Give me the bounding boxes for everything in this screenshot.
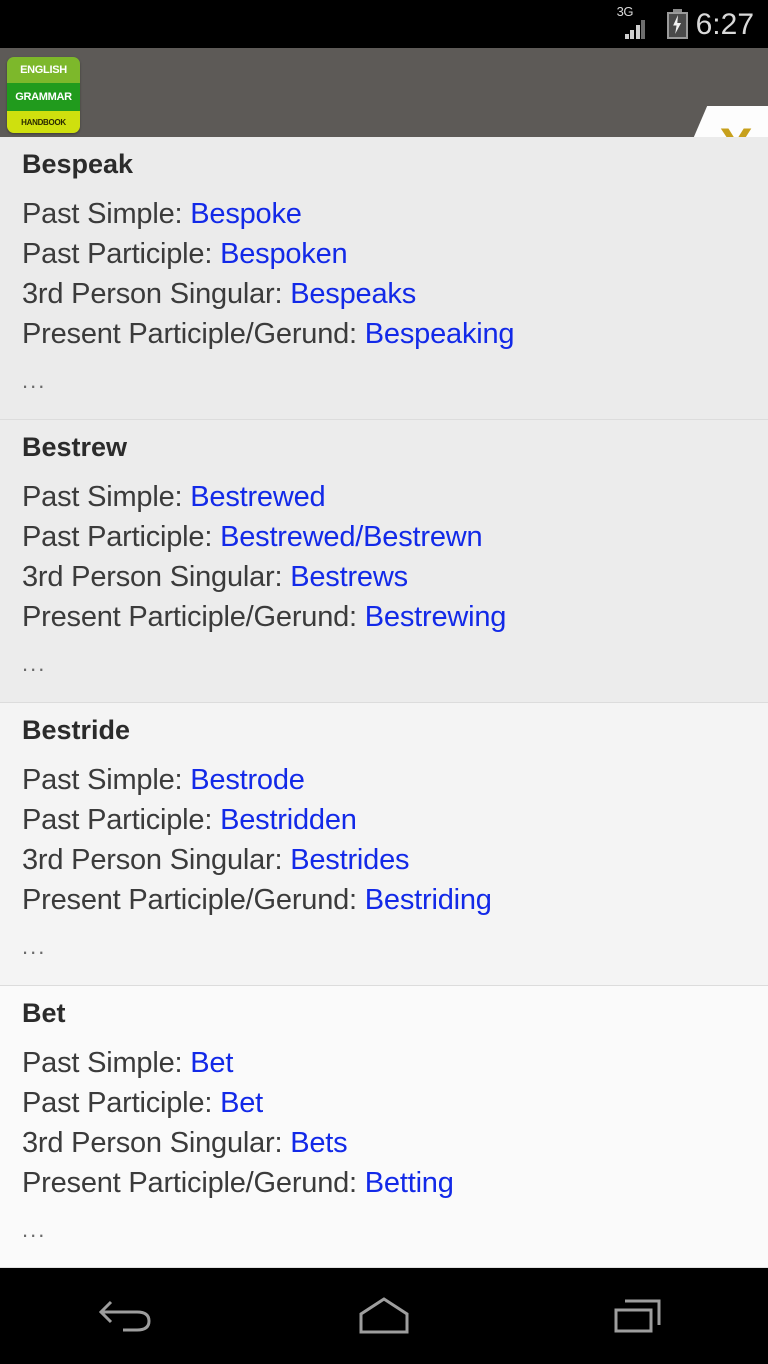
entry-row: Past Simple: Bestrode: [22, 760, 746, 800]
row-value: Bestrides: [290, 844, 410, 876]
status-bar-clock: 6:27: [695, 8, 754, 41]
logo-band-grammar: GRAMMAR: [7, 83, 80, 111]
entry-more-indicator: ...: [22, 368, 47, 393]
row-value: Bet: [220, 1087, 264, 1119]
row-value: Betting: [364, 1167, 454, 1199]
back-button[interactable]: [53, 1268, 203, 1364]
logo-band-english: ENGLISH: [7, 57, 80, 83]
entry-row: Present Participle/Gerund: Bestrewing: [22, 597, 746, 637]
row-value: Bestrewed/Bestrewn: [220, 521, 483, 553]
row-label: Past Participle:: [22, 521, 221, 553]
logo-text-grammar: GRAMMAR: [15, 91, 72, 103]
row-value: Bestrode: [190, 764, 305, 796]
row-label: Past Simple:: [22, 481, 191, 513]
entry-row: Past Simple: Bet: [22, 1043, 746, 1083]
back-arrow-icon: [99, 1294, 157, 1338]
row-label: Present Participle/Gerund:: [22, 318, 365, 350]
home-icon: [355, 1294, 413, 1338]
list-item[interactable]: Bestride Past Simple: Bestrode Past Part…: [0, 703, 768, 986]
entry-row: 3rd Person Singular: Bets: [22, 1123, 746, 1163]
entry-row: 3rd Person Singular: Bestrews: [22, 557, 746, 597]
entry-row: Past Participle: Bespoken: [22, 234, 746, 274]
entry-row: Past Participle: Bestridden: [22, 800, 746, 840]
status-bar: 3G 6:27: [0, 0, 768, 48]
recent-apps-icon: [611, 1294, 669, 1338]
row-label: Past Simple:: [22, 1047, 191, 1079]
search-input[interactable]: [100, 62, 658, 124]
row-value: Bespeaks: [290, 278, 416, 310]
row-label: Present Participle/Gerund:: [22, 884, 365, 916]
entry-title: Bet: [22, 998, 66, 1028]
row-label: Present Participle/Gerund:: [22, 1167, 365, 1199]
list-item[interactable]: Bet Past Simple: Bet Past Participle: Be…: [0, 986, 768, 1268]
entry-title: Bestride: [22, 715, 131, 745]
entry-row: Present Participle/Gerund: Betting: [22, 1163, 746, 1203]
row-label: 3rd Person Singular:: [22, 278, 291, 310]
row-value: Bespeaking: [364, 318, 515, 350]
row-label: 3rd Person Singular:: [22, 561, 291, 593]
entry-row: Past Simple: Bespoke: [22, 194, 746, 234]
row-label: 3rd Person Singular:: [22, 844, 291, 876]
row-value: Bestridden: [220, 804, 357, 836]
row-label: 3rd Person Singular:: [22, 1127, 291, 1159]
signal-bars-glyph: [624, 20, 646, 39]
entry-row: Past Participle: Bestrewed/Bestrewn: [22, 517, 746, 557]
row-label: Past Simple:: [22, 764, 191, 796]
row-value: Bestrewing: [364, 601, 507, 633]
recent-apps-button[interactable]: [565, 1268, 715, 1364]
row-label: Past Participle:: [22, 238, 221, 270]
row-value: Bets: [290, 1127, 348, 1159]
row-value: Bestrewed: [190, 481, 326, 513]
row-value: Bestrews: [290, 561, 408, 593]
entry-more-indicator: ...: [22, 934, 47, 959]
row-value: Bestriding: [364, 884, 492, 916]
home-button[interactable]: [309, 1268, 459, 1364]
row-value: Bespoken: [220, 238, 348, 270]
logo-text-handbook: HANDBOOK: [21, 117, 66, 127]
row-label: Past Participle:: [22, 1087, 221, 1119]
verb-list[interactable]: Bespeak Past Simple: Bespoke Past Partic…: [0, 137, 768, 1268]
entry-title: Bespeak: [22, 149, 134, 179]
entry-row: Present Participle/Gerund: Bestriding: [22, 880, 746, 920]
entry-row: Past Participle: Bet: [22, 1083, 746, 1123]
battery-charging-icon: [666, 9, 688, 39]
app-logo: ENGLISH GRAMMAR HANDBOOK: [7, 57, 80, 133]
network-type-label: 3G: [616, 4, 634, 19]
list-item[interactable]: Bespeak Past Simple: Bespoke Past Partic…: [0, 137, 768, 420]
android-navigation-bar: [0, 1268, 768, 1364]
row-label: Present Participle/Gerund:: [22, 601, 365, 633]
row-label: Past Simple:: [22, 198, 191, 230]
android-screen: 3G 6:27 ENGLISH GRAMMAR HANDBOOK Bespeak…: [0, 0, 768, 1364]
entry-row: Present Participle/Gerund: Bespeaking: [22, 314, 746, 354]
entry-row: Past Simple: Bestrewed: [22, 477, 746, 517]
action-bar: ENGLISH GRAMMAR HANDBOOK X: [0, 48, 768, 186]
entry-title: Bestrew: [22, 432, 128, 462]
logo-band-handbook: HANDBOOK: [7, 111, 80, 133]
entry-more-indicator: ...: [22, 1217, 47, 1242]
list-item[interactable]: Bestrew Past Simple: Bestrewed Past Part…: [0, 420, 768, 703]
entry-row: 3rd Person Singular: Bespeaks: [22, 274, 746, 314]
row-label: Past Participle:: [22, 804, 221, 836]
status-bar-icons: 3G 6:27: [616, 4, 754, 41]
entry-more-indicator: ...: [22, 651, 47, 676]
signal-bars-icon: 3G: [616, 4, 659, 41]
row-value: Bet: [190, 1047, 234, 1079]
entry-row: 3rd Person Singular: Bestrides: [22, 840, 746, 880]
logo-text-english: ENGLISH: [20, 64, 67, 76]
row-value: Bespoke: [190, 198, 302, 230]
